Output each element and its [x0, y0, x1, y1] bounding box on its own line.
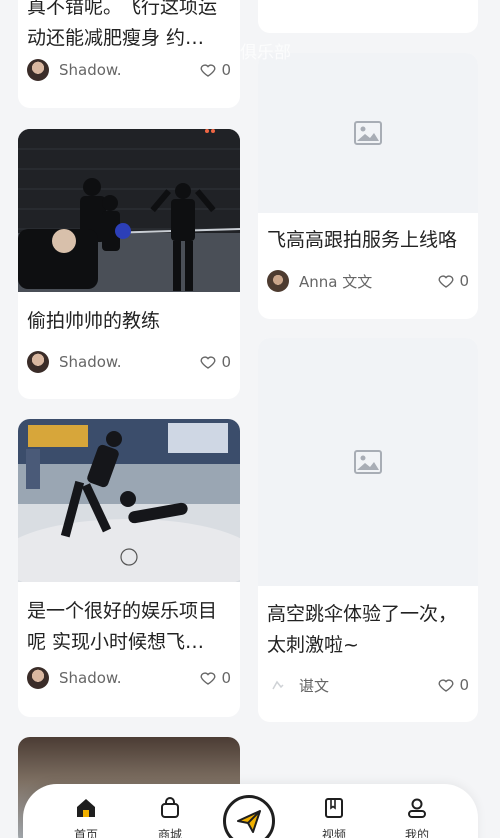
post-card[interactable]: 是一个很好的娱乐项目呢 实现小时候想飞… Shadow. 0	[18, 419, 240, 717]
nav-label: 首页	[73, 828, 98, 838]
like-button[interactable]: 0	[199, 61, 231, 79]
nav-label: 视频	[321, 828, 346, 838]
author-avatar[interactable]	[267, 674, 289, 696]
post-card[interactable]: 飞高高跟拍服务上线咯 Anna 文文 0	[258, 53, 478, 319]
user-icon	[408, 798, 426, 818]
nav-label: 我的	[404, 828, 429, 838]
nav-center-button[interactable]	[223, 795, 275, 838]
post-card[interactable]	[258, 0, 478, 33]
heart-icon	[439, 275, 454, 288]
post-meta: 谌文 0	[267, 672, 469, 698]
nav-video[interactable]: 视频	[309, 796, 359, 838]
image-placeholder-icon	[354, 121, 382, 145]
nav-profile[interactable]: 我的	[392, 796, 442, 838]
like-count: 0	[459, 272, 469, 290]
image-placeholder-icon	[354, 450, 382, 474]
nav-home[interactable]: 首页	[61, 796, 111, 838]
post-title: 飞高高跟拍服务上线咯	[267, 229, 458, 251]
shopping-bag-icon	[161, 797, 179, 818]
home-icon	[77, 799, 95, 817]
post-image-placeholder[interactable]	[258, 53, 478, 213]
post-title: 是一个很好的娱乐项目呢 实现小时候想飞…	[27, 600, 218, 653]
like-button[interactable]: 0	[437, 272, 469, 290]
post-title: 偷拍帅帅的教练	[27, 310, 161, 332]
like-button[interactable]: 0	[199, 669, 231, 687]
bottom-nav: 首页 商城 视频 我的	[23, 784, 478, 838]
author-avatar[interactable]	[27, 667, 49, 689]
avatar-placeholder-icon	[272, 680, 284, 690]
post-meta: Shadow. 0	[27, 57, 231, 83]
nav-label: 商城	[157, 828, 182, 838]
post-image[interactable]	[18, 129, 240, 292]
author-avatar[interactable]	[27, 351, 49, 373]
like-count: 0	[221, 353, 231, 371]
watermark-text: 俱乐部	[240, 43, 291, 63]
heart-icon	[201, 356, 216, 369]
nav-shop[interactable]: 商城	[145, 796, 195, 838]
like-count: 0	[221, 61, 231, 79]
post-title: 真不错呢。飞行这项运动还能减肥瘦身 约…	[27, 0, 218, 49]
author-name[interactable]: Shadow.	[59, 353, 199, 371]
post-card[interactable]: 偷拍帅帅的教练 Shadow. 0	[18, 129, 240, 399]
like-button[interactable]: 0	[437, 676, 469, 694]
like-count: 0	[221, 669, 231, 687]
post-meta: Shadow. 0	[27, 665, 231, 691]
post-meta: Shadow. 0	[27, 349, 231, 375]
post-image[interactable]	[18, 419, 240, 582]
like-count: 0	[459, 676, 469, 694]
paper-plane-icon	[237, 810, 261, 833]
post-photo	[18, 129, 240, 292]
heart-icon	[201, 64, 216, 77]
book-icon	[325, 798, 343, 818]
author-name[interactable]: Shadow.	[59, 61, 199, 79]
heart-icon	[439, 679, 454, 692]
post-meta: Anna 文文 0	[267, 268, 469, 294]
author-name[interactable]: Shadow.	[59, 669, 199, 687]
post-photo	[18, 419, 240, 582]
author-avatar[interactable]	[27, 59, 49, 81]
post-title: 高空跳伞体验了一次，太刺激啦~	[267, 603, 458, 656]
post-card[interactable]: 高空跳伞体验了一次，太刺激啦~ 谌文 0	[258, 338, 478, 722]
author-name[interactable]: 谌文	[299, 675, 437, 696]
post-card[interactable]: 真不错呢。飞行这项运动还能减肥瘦身 约… Shadow. 0	[18, 0, 240, 108]
author-avatar[interactable]	[267, 270, 289, 292]
author-name[interactable]: Anna 文文	[299, 271, 437, 292]
heart-icon	[201, 672, 216, 685]
post-image-placeholder[interactable]	[258, 338, 478, 586]
like-button[interactable]: 0	[199, 353, 231, 371]
